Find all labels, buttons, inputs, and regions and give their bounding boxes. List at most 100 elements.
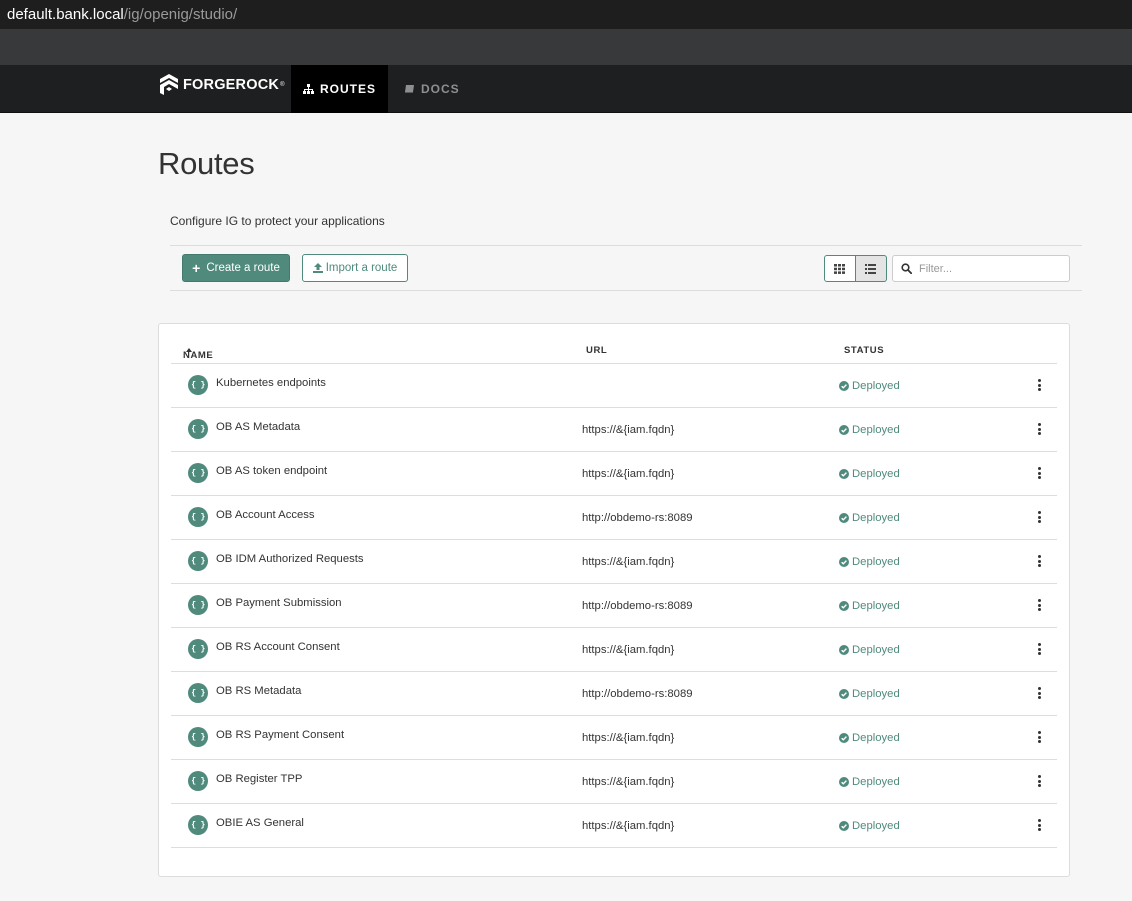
upload-icon: [312, 263, 323, 273]
check-circle-icon: [839, 513, 849, 523]
route-status-label: Deployed: [852, 820, 900, 832]
table-row[interactable]: { } OB IDM Authorized Requests https://&{i…: [171, 540, 1057, 584]
route-url: http://obdemo-rs:8089: [582, 688, 693, 700]
route-status-label: Deployed: [852, 776, 900, 788]
create-route-label: Create a route: [206, 262, 280, 274]
check-circle-icon: [839, 425, 849, 435]
row-actions-kebab-icon[interactable]: [1035, 510, 1043, 524]
route-json-icon: { }: [188, 815, 208, 835]
grid-icon: [834, 263, 846, 274]
route-status: Deployed: [839, 820, 900, 832]
route-name[interactable]: OB Account Access: [216, 509, 315, 521]
route-name[interactable]: OB Register TPP: [216, 773, 302, 785]
row-actions-kebab-icon[interactable]: [1035, 554, 1043, 568]
table-row[interactable]: { } OBIE AS General https://&{iam.fqdn} Dep…: [171, 804, 1057, 848]
route-name[interactable]: OB AS token endpoint: [216, 465, 327, 477]
url-path: /ig/openig/studio/: [123, 6, 238, 23]
route-url: https://&{iam.fqdn}: [582, 776, 675, 788]
create-route-button[interactable]: + Create a route: [182, 254, 290, 282]
route-status-label: Deployed: [852, 380, 900, 392]
table-row[interactable]: { } OB AS Metadata https://&{iam.fqdn} Depl…: [171, 408, 1057, 452]
route-json-icon: { }: [188, 727, 208, 747]
route-status-label: Deployed: [852, 688, 900, 700]
route-json-icon: { }: [188, 595, 208, 615]
table-row[interactable]: { } OB AS token endpoint https://&{iam.fqd…: [171, 452, 1057, 496]
check-circle-icon: [839, 381, 849, 391]
filter-input[interactable]: [919, 262, 1059, 275]
route-name[interactable]: OBIE AS General: [216, 817, 304, 829]
address-url[interactable]: default.bank.local/ig/openig/studio/: [7, 6, 237, 23]
route-name[interactable]: OB IDM Authorized Requests: [216, 553, 364, 565]
import-route-button[interactable]: Import a route: [302, 254, 408, 282]
routes-action-bar: + Create a route Import a route: [170, 245, 1082, 291]
book-icon: [404, 84, 415, 94]
route-json-icon: { }: [188, 771, 208, 791]
route-name[interactable]: OB RS Account Consent: [216, 641, 340, 653]
route-status: Deployed: [839, 776, 900, 788]
brand-logo[interactable]: FORGEROCK ®: [158, 69, 284, 101]
row-actions-kebab-icon[interactable]: [1035, 378, 1043, 392]
route-status: Deployed: [839, 380, 900, 392]
route-status-label: Deployed: [852, 732, 900, 744]
row-actions-kebab-icon[interactable]: [1035, 730, 1043, 744]
list-view-button[interactable]: [855, 255, 887, 282]
route-url: http://obdemo-rs:8089: [582, 600, 693, 612]
route-name[interactable]: OB AS Metadata: [216, 421, 300, 433]
column-header-url[interactable]: URL: [586, 345, 607, 356]
route-json-icon: { }: [188, 551, 208, 571]
route-status: Deployed: [839, 600, 900, 612]
check-circle-icon: [839, 645, 849, 655]
nav-tab-routes[interactable]: ROUTES: [291, 65, 388, 113]
nav-tab-docs[interactable]: DOCS: [404, 65, 460, 113]
grid-view-button[interactable]: [824, 255, 856, 282]
check-circle-icon: [839, 601, 849, 611]
route-status: Deployed: [839, 732, 900, 744]
route-name[interactable]: Kubernetes endpoints: [216, 377, 326, 389]
route-status-label: Deployed: [852, 512, 900, 524]
table-row[interactable]: { } OB RS Metadata http://obdemo-rs:8089 De…: [171, 672, 1057, 716]
row-actions-kebab-icon[interactable]: [1035, 422, 1043, 436]
browser-address-bar[interactable]: default.bank.local/ig/openig/studio/: [0, 0, 1132, 30]
row-actions-kebab-icon[interactable]: [1035, 642, 1043, 656]
row-actions-kebab-icon[interactable]: [1035, 466, 1043, 480]
row-actions-kebab-icon[interactable]: [1035, 686, 1043, 700]
check-circle-icon: [839, 733, 849, 743]
page-subtitle: Configure IG to protect your application…: [170, 214, 385, 228]
route-name[interactable]: OB Payment Submission: [216, 597, 342, 609]
filter-field: [892, 255, 1070, 282]
route-url: https://&{iam.fqdn}: [582, 556, 675, 568]
route-status-label: Deployed: [852, 556, 900, 568]
table-row[interactable]: { } OB RS Payment Consent https://&{iam.fq…: [171, 716, 1057, 760]
row-actions-kebab-icon[interactable]: [1035, 598, 1043, 612]
column-header-name[interactable]: NAME: [183, 345, 213, 361]
top-navbar: FORGEROCK ® ROUTES DOCS: [0, 65, 1132, 113]
route-json-icon: { }: [188, 419, 208, 439]
route-json-icon: { }: [188, 463, 208, 483]
route-status-label: Deployed: [852, 468, 900, 480]
route-name[interactable]: OB RS Metadata: [216, 685, 301, 697]
check-circle-icon: [839, 469, 849, 479]
route-name[interactable]: OB RS Payment Consent: [216, 729, 344, 741]
nav-tab-docs-label: DOCS: [421, 82, 460, 96]
route-status-label: Deployed: [852, 600, 900, 612]
row-actions-kebab-icon[interactable]: [1035, 774, 1043, 788]
route-json-icon: { }: [188, 683, 208, 703]
table-header: NAME URL STATUS: [171, 340, 1057, 364]
route-url: http://obdemo-rs:8089: [582, 512, 693, 524]
table-row[interactable]: { } OB Payment Submission http://obdemo-rs…: [171, 584, 1057, 628]
table-row[interactable]: { } OB Account Access http://obdemo-rs:808…: [171, 496, 1057, 540]
table-row[interactable]: { } OB RS Account Consent https://&{iam.fq…: [171, 628, 1057, 672]
search-icon: [901, 263, 912, 274]
row-actions-kebab-icon[interactable]: [1035, 818, 1043, 832]
column-header-name-label: NAME: [183, 350, 214, 361]
column-header-status[interactable]: STATUS: [844, 345, 884, 356]
check-circle-icon: [839, 821, 849, 831]
table-row[interactable]: { } Kubernetes endpoints Deployed: [171, 364, 1057, 408]
route-status: Deployed: [839, 512, 900, 524]
check-circle-icon: [839, 689, 849, 699]
table-body: { } Kubernetes endpoints Deployed { } OB AS …: [171, 364, 1057, 848]
route-url: https://&{iam.fqdn}: [582, 820, 675, 832]
forgerock-logo-icon: [160, 74, 178, 95]
table-row[interactable]: { } OB Register TPP https://&{iam.fqdn} Dep…: [171, 760, 1057, 804]
route-status: Deployed: [839, 644, 900, 656]
